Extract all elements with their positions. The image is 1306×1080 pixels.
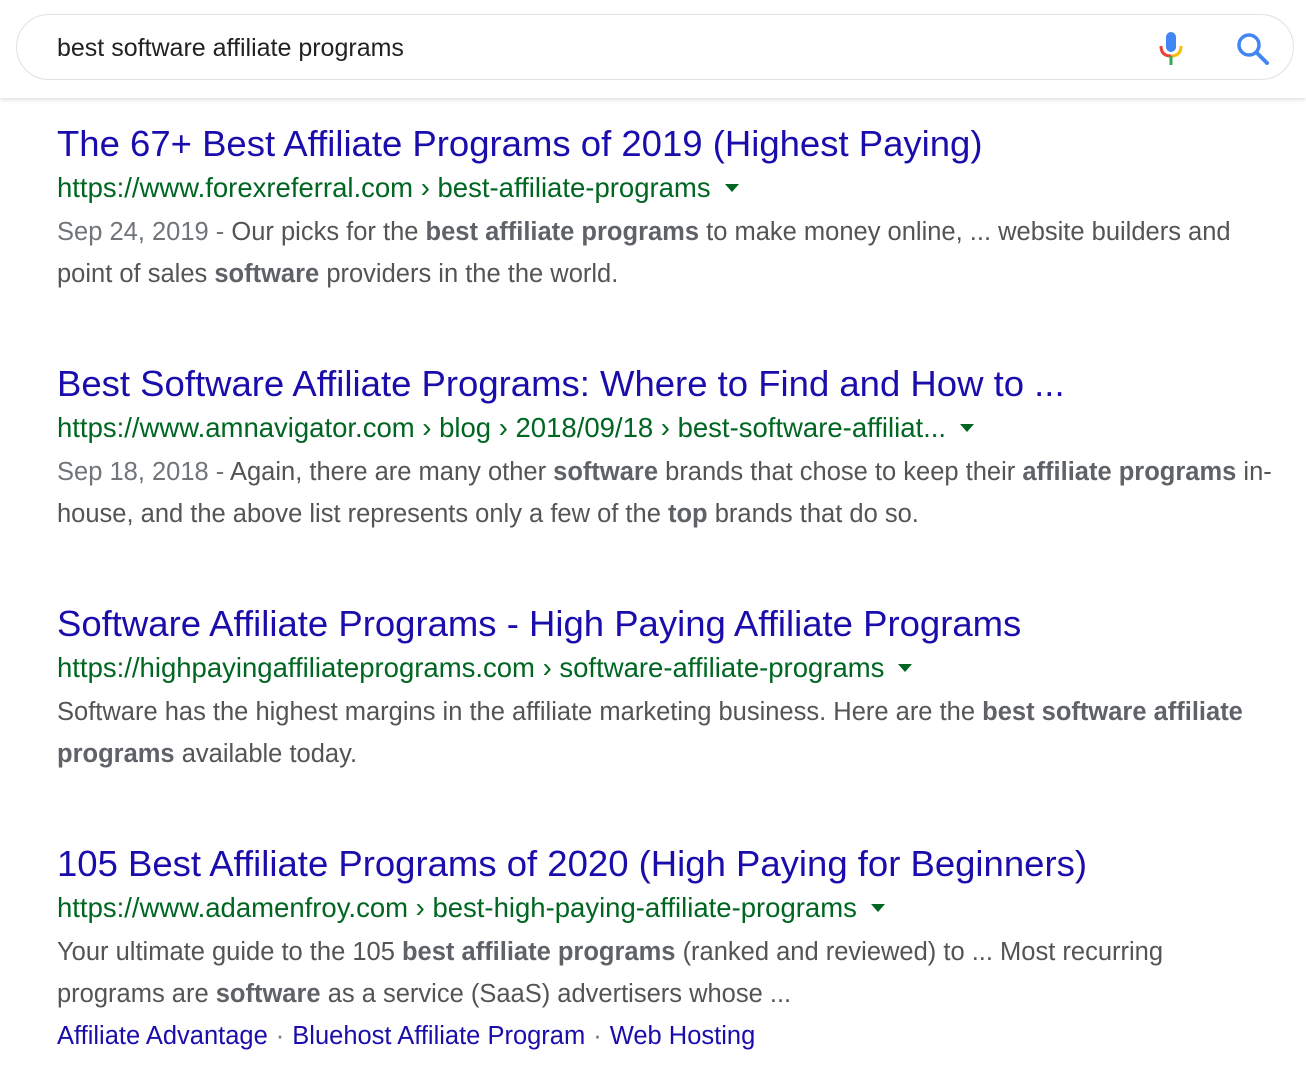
search-result: 105 Best Affiliate Programs of 2020 (Hig… — [57, 840, 1277, 1080]
result-date: Sep 24, 2019 — [57, 218, 209, 246]
snippet-keyword: best affiliate programs — [401, 938, 676, 966]
snippet-text: Software has the highest margins in the … — [57, 698, 983, 726]
search-icon[interactable] — [1235, 31, 1271, 67]
dropdown-arrow-icon[interactable] — [724, 183, 739, 192]
snippet-keyword: software — [215, 980, 321, 1008]
result-title-link[interactable]: 105 Best Affiliate Programs of 2020 (Hig… — [57, 840, 1277, 888]
microphone-icon[interactable] — [1155, 31, 1187, 67]
result-title-link[interactable]: The 67+ Best Affiliate Programs of 2019 … — [57, 120, 1277, 168]
search-header — [0, 0, 1306, 98]
result-url: https://www.amnavigator.com › blog › 201… — [57, 412, 947, 443]
sitelink-affiliate-advantage[interactable]: Affiliate Advantage — [57, 1022, 268, 1050]
snippet-text: available today. — [174, 740, 358, 768]
snippet-text: brands that chose to keep their — [658, 458, 1023, 486]
result-url: https://www.adamenfroy.com › best-high-p… — [57, 892, 857, 923]
date-separator: - — [208, 218, 232, 246]
search-box[interactable] — [16, 14, 1294, 80]
result-url-row: https://www.forexreferral.com › best-aff… — [57, 168, 1277, 208]
snippet-keyword: software — [553, 458, 659, 486]
snippet-text: providers in the the world. — [319, 260, 619, 288]
result-title-link[interactable]: Software Affiliate Programs - High Payin… — [57, 600, 1277, 648]
result-snippet: Your ultimate guide to the 105 best affi… — [57, 931, 1277, 1015]
sitelink-separator: · — [275, 1022, 285, 1050]
dropdown-arrow-icon[interactable] — [960, 423, 975, 432]
dropdown-arrow-icon[interactable] — [870, 903, 885, 912]
result-url-row: https://highpayingaffiliateprograms.com … — [57, 648, 1277, 688]
dropdown-arrow-icon[interactable] — [898, 663, 913, 672]
sitelink-bluehost-affiliate-program[interactable]: Bluehost Affiliate Program — [292, 1022, 585, 1050]
snippet-keyword: affiliate programs — [1022, 458, 1237, 486]
result-snippet: Software has the highest margins in the … — [57, 691, 1277, 775]
result-title-link[interactable]: Best Software Affiliate Programs: Where … — [57, 360, 1277, 408]
snippet-keyword: software — [214, 260, 320, 288]
search-result: The 67+ Best Affiliate Programs of 2019 … — [57, 120, 1277, 360]
sitelink-separator: · — [593, 1022, 602, 1050]
result-url-row: https://www.adamenfroy.com › best-high-p… — [57, 888, 1277, 928]
result-url: https://highpayingaffiliateprograms.com … — [57, 652, 885, 683]
sitelinks: Affiliate Advantage · Bluehost Affiliate P… — [57, 1015, 1277, 1057]
search-result: Best Software Affiliate Programs: Where … — [57, 360, 1277, 600]
result-url: https://www.forexreferral.com › best-aff… — [57, 172, 711, 203]
snippet-keyword: best affiliate programs — [425, 218, 700, 246]
date-separator: - — [208, 458, 230, 486]
search-result: Software Affiliate Programs - High Payin… — [57, 600, 1277, 840]
snippet-text: as a service (SaaS) advertisers whose ..… — [320, 980, 792, 1008]
snippet-text: Your ultimate guide to the 105 — [57, 938, 402, 966]
snippet-keyword: top — [667, 500, 708, 528]
result-date: Sep 18, 2018 — [57, 458, 209, 486]
result-url-row: https://www.amnavigator.com › blog › 201… — [57, 408, 1277, 448]
sitelink-web-hosting[interactable]: Web Hosting — [610, 1022, 756, 1050]
snippet-text: Our picks for the — [231, 218, 426, 246]
snippet-text: Again, there are many other — [229, 458, 554, 486]
search-results: The 67+ Best Affiliate Programs of 2019 … — [57, 120, 1277, 1080]
snippet-text: brands that do so. — [707, 500, 919, 528]
result-snippet: Sep 24, 2019 - Our picks for the best af… — [57, 211, 1277, 295]
result-snippet: Sep 18, 2018 - Again, there are many oth… — [57, 451, 1277, 535]
search-input[interactable] — [57, 30, 1097, 66]
